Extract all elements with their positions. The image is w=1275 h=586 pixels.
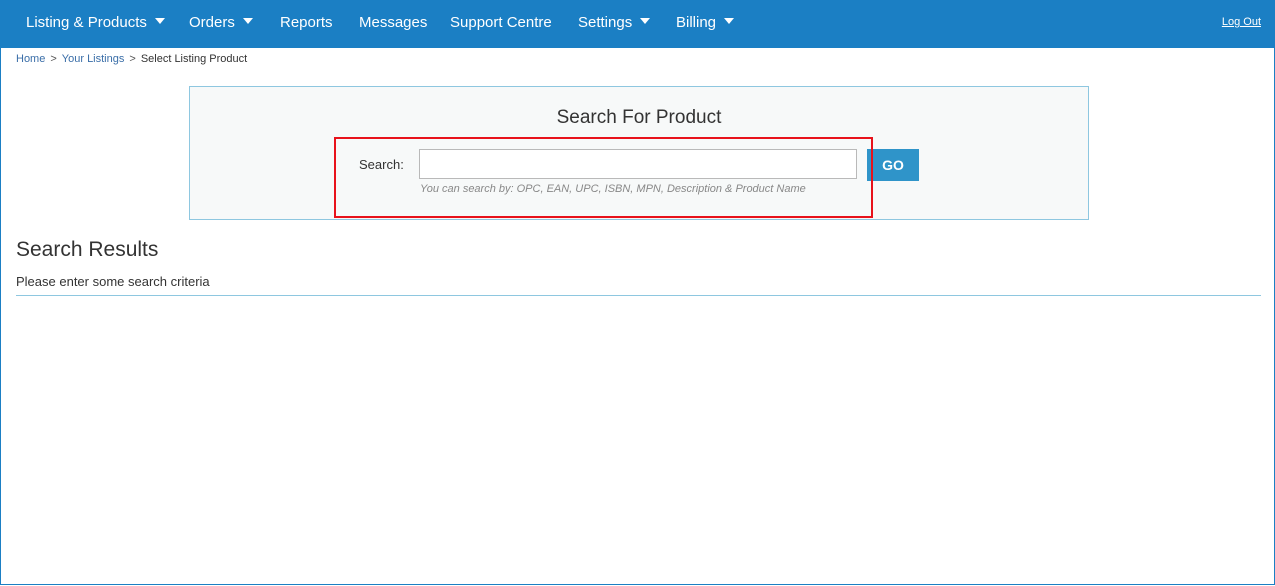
nav-item-label: Settings bbox=[578, 14, 633, 31]
nav-item-label: Support Centre bbox=[450, 14, 552, 31]
breadcrumb: Home > Your Listings > Select Listing Produc… bbox=[16, 52, 247, 66]
search-label: Search: bbox=[359, 157, 404, 172]
nav-item-billing[interactable]: Billing bbox=[676, 14, 735, 34]
search-panel-title: Search For Product bbox=[556, 107, 722, 128]
results-divider bbox=[16, 295, 1261, 296]
search-panel: Search For Product Search: GO You can se… bbox=[189, 86, 1089, 220]
nav-item-listing-products[interactable]: Listing & Products bbox=[26, 14, 165, 34]
search-hint: You can search by: OPC, EAN, UPC, ISBN, … bbox=[420, 183, 806, 195]
search-results-heading: Search Results bbox=[16, 238, 159, 261]
nav-item-label: Reports bbox=[280, 14, 333, 31]
nav-item-reports[interactable]: Reports bbox=[280, 14, 333, 34]
breadcrumb-home-link[interactable]: Home bbox=[16, 53, 45, 65]
caret-down-icon bbox=[242, 18, 253, 24]
caret-down-icon bbox=[154, 18, 165, 24]
caret-down-icon bbox=[724, 18, 735, 24]
nav-item-support-centre[interactable]: Support Centre bbox=[450, 14, 552, 34]
nav-item-settings[interactable]: Settings bbox=[578, 14, 651, 34]
breadcrumb-separator: > bbox=[129, 53, 136, 65]
caret-down-icon bbox=[640, 18, 651, 24]
nav-item-label: Billing bbox=[676, 14, 717, 31]
search-input[interactable] bbox=[419, 149, 857, 179]
search-results-message: Please enter some search criteria bbox=[16, 274, 210, 289]
nav-item-messages[interactable]: Messages bbox=[359, 14, 427, 34]
nav-item-orders[interactable]: Orders bbox=[189, 14, 253, 34]
nav-item-label: Listing & Products bbox=[26, 14, 147, 31]
nav-item-label: Orders bbox=[189, 14, 235, 31]
top-navigation-bar: Listing & Products Orders Reports Messag… bbox=[0, 0, 1275, 48]
nav-item-label: Messages bbox=[359, 14, 428, 31]
breadcrumb-current: Select Listing Product bbox=[140, 53, 248, 65]
logout-link[interactable]: Log Out bbox=[1222, 16, 1261, 28]
go-button[interactable]: GO bbox=[867, 149, 919, 181]
breadcrumb-listings-link[interactable]: Your Listings bbox=[62, 53, 125, 65]
breadcrumb-separator: > bbox=[50, 53, 57, 65]
